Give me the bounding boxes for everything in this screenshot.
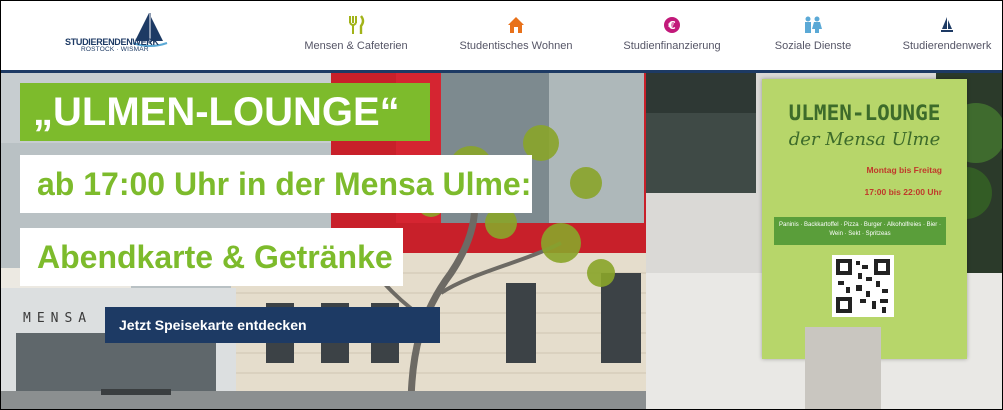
poster-subtitle: der Mensa Ulme <box>788 129 941 150</box>
site-header: STUDIERENDENWERK ROSTOCK · WISMAR Mensen… <box>1 1 1002 71</box>
hero-headline: „ULMEN-LOUNGE“ <box>20 83 430 141</box>
qr-code-icon <box>832 255 894 317</box>
house-icon <box>507 15 525 35</box>
poster-menu: Paninis · Backkartoffel · Pizza · Burger… <box>774 217 946 245</box>
page-frame: STUDIERENDENWERK ROSTOCK · WISMAR Mensen… <box>0 0 1003 410</box>
hero-subline: ab 17:00 Uhr in der Mensa Ulme: <box>20 155 532 213</box>
lounge-poster: ULMEN-LOUNGE der Mensa Ulme Montag bis F… <box>762 79 967 359</box>
nav-item-soziale-dienste[interactable]: Soziale Dienste <box>763 15 863 59</box>
hero-subline-2: Abendkarte & Getränke <box>20 228 403 286</box>
sailboat-logo-icon <box>132 13 168 47</box>
svg-text:€: € <box>667 19 676 32</box>
logo-line2: ROSTOCK · WISMAR <box>81 46 149 53</box>
hero-banner[interactable]: MENSA ULMEN-LOUNGE der Mensa Ulme Montag… <box>1 73 1002 409</box>
building-sign: MENSA <box>23 311 93 326</box>
nav-label: Studierendenwerk <box>902 40 992 52</box>
nav-label: Soziale Dienste <box>774 40 852 52</box>
site-logo[interactable]: STUDIERENDENWERK ROSTOCK · WISMAR <box>65 11 175 61</box>
people-icon <box>802 15 824 35</box>
poster-hours: 17:00 bis 22:00 Uhr <box>864 187 942 197</box>
sailboat-icon <box>940 15 954 35</box>
cutlery-icon <box>347 15 365 35</box>
nav-label: Studentisches Wohnen <box>459 40 573 52</box>
poster-days: Montag bis Freitag <box>866 165 942 175</box>
nav-item-mensen[interactable]: Mensen & Cafeterien <box>294 15 418 59</box>
nav-label: Studienfinanzierung <box>623 40 721 52</box>
nav-label: Mensen & Cafeterien <box>304 40 408 52</box>
nav-item-finanzierung[interactable]: € Studienfinanzierung <box>612 15 732 59</box>
poster-title: ULMEN-LOUNGE <box>788 101 941 125</box>
poster-stand <box>805 327 881 409</box>
nav-item-wohnen[interactable]: Studentisches Wohnen <box>451 15 581 59</box>
euro-icon: € <box>663 15 681 35</box>
menu-cta-button[interactable]: Jetzt Speisekarte entdecken <box>105 307 440 343</box>
nav-item-studierendenwerk[interactable]: Studierendenwerk <box>894 15 1000 59</box>
